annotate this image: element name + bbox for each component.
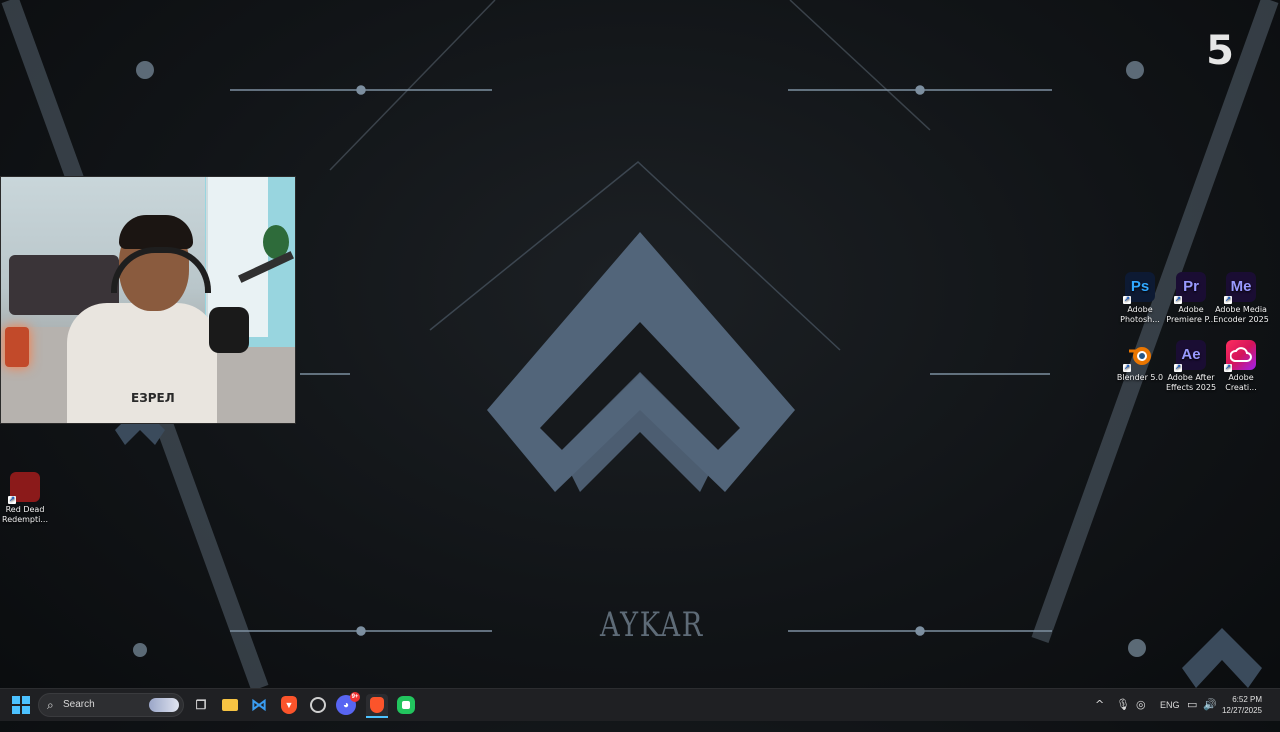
clock-date: 12/27/2025 xyxy=(1221,706,1262,715)
premiere-glyph: Pr xyxy=(1183,278,1199,295)
volume-icon[interactable]: 🔊 xyxy=(1203,698,1217,711)
chevron-up-icon[interactable]: ^ xyxy=(1095,698,1104,711)
corner-number-overlay: 5 xyxy=(1206,28,1234,74)
after-effects-icon: Ae ↗ xyxy=(1174,340,1206,372)
media-encoder-glyph: Me xyxy=(1230,278,1252,295)
discord-icon: ◕ xyxy=(342,699,350,711)
microphone-tray-icon[interactable]: 🎙 xyxy=(1116,698,1130,711)
vscode-icon: ⋈ xyxy=(251,697,267,714)
language-indicator[interactable]: ENG xyxy=(1160,700,1180,732)
taskbar-app-vs-code[interactable]: ⋈ xyxy=(248,694,270,716)
windows-logo-icon xyxy=(12,696,20,704)
shortcut-arrow-icon: ↗ xyxy=(1224,296,1232,304)
desktop-icon-adobe-photoshop[interactable]: Ps ↗ Adobe Photosh... xyxy=(1112,272,1168,325)
taskbar-search-box[interactable]: ⌕ Search xyxy=(38,693,184,717)
webcam-overlay: ЕЗРЕЛ xyxy=(0,176,296,424)
desktop-icon-label: Adobe xyxy=(1228,373,1254,382)
desktop-icon-adobe-after-effects[interactable]: Ae ↗ Adobe After Effects 2025 xyxy=(1163,340,1219,393)
desktop-icon-adobe-media-encoder[interactable]: Me ↗ Adobe Media Encoder 2025 xyxy=(1213,272,1269,325)
clock-time: 6:52 PM xyxy=(1232,695,1262,704)
creative-cloud-icon: ↗ xyxy=(1224,340,1256,372)
desktop-icon-label: Adobe After xyxy=(1167,373,1215,382)
shortcut-arrow-icon: ↗ xyxy=(1224,364,1232,372)
search-icon: ⌕ xyxy=(47,698,54,712)
desktop-icon-adobe-premiere[interactable]: Pr ↗ Adobe Premiere P... xyxy=(1163,272,1219,325)
desktop-icon-label: Redempti... xyxy=(2,515,48,524)
task-view-icon: ❐ xyxy=(195,698,207,712)
desktop-icon-label: Red Dead xyxy=(5,505,45,514)
app-icon xyxy=(402,701,410,709)
shortcut-arrow-icon: ↗ xyxy=(1123,296,1131,304)
shortcut-arrow-icon: ↗ xyxy=(1174,296,1182,304)
taskbar-app-task-view[interactable]: ❐ xyxy=(190,694,212,716)
webcam-person-body xyxy=(67,303,217,423)
taskbar-app-brave-alt[interactable] xyxy=(366,694,388,718)
shortcut-arrow-icon: ↗ xyxy=(8,496,16,504)
wallpaper-brand-text: AYKAR xyxy=(600,605,704,645)
taskbar-app-brave-browser[interactable]: ▼ xyxy=(281,696,297,714)
brave-icon xyxy=(370,697,384,713)
webcam-person-hair xyxy=(119,215,193,249)
windows-logo-icon xyxy=(22,696,30,704)
start-button[interactable] xyxy=(12,696,30,714)
folder-icon xyxy=(222,699,238,711)
desktop-icon-label: Encoder 2025 xyxy=(1213,315,1269,324)
desktop-icon-label: Adobe Media xyxy=(1215,305,1267,314)
taskbar-app-green[interactable] xyxy=(397,696,415,714)
monitor-icon[interactable]: ▭ xyxy=(1187,698,1197,711)
creative-cloud-logo xyxy=(1230,347,1252,362)
webcam-lamp xyxy=(5,327,29,367)
shirt-print: ЕЗРЕЛ xyxy=(131,391,175,405)
desktop-icon-label: Photosh... xyxy=(1120,315,1160,324)
taskbar-clock[interactable]: 6:52 PM 12/27/2025 xyxy=(1222,694,1262,716)
photoshop-glyph: Ps xyxy=(1130,278,1150,295)
search-highlight-icon xyxy=(149,698,179,712)
shortcut-arrow-icon: ↗ xyxy=(1123,364,1131,372)
after-effects-glyph: Ae xyxy=(1181,346,1201,363)
photoshop-icon: Ps ↗ xyxy=(1123,272,1155,304)
desktop-icon-red-dead-redemption[interactable]: ↗ Red Dead Redempti... xyxy=(0,472,53,525)
premiere-icon: Pr ↗ xyxy=(1174,272,1206,304)
desktop-icon-label: Blender 5.0 xyxy=(1116,373,1164,382)
notification-badge: 9+ xyxy=(350,692,360,702)
taskbar-app-discord[interactable]: ◕ 9+ xyxy=(336,692,360,715)
taskbar: ⌕ Search ❐ ⋈ ▼ ◕ 9+ ^ 🎙 ◎ ENG ▭ 🔊 6:52 P… xyxy=(0,688,1280,721)
desktop-icon-label: Premiere P... xyxy=(1166,315,1216,324)
blender-icon: ↗ xyxy=(1123,340,1155,372)
windows-logo-icon xyxy=(22,706,30,714)
desktop-icon-blender[interactable]: ↗ Blender 5.0 xyxy=(1112,340,1168,383)
desktop-icon-label: Effects 2025 xyxy=(1165,383,1217,392)
taskbar-app-file-explorer[interactable] xyxy=(219,694,241,716)
media-encoder-icon: Me ↗ xyxy=(1224,272,1256,304)
network-icon[interactable]: ◎ xyxy=(1136,698,1146,711)
shortcut-arrow-icon: ↗ xyxy=(1174,364,1182,372)
microphone-icon xyxy=(209,307,249,353)
taskbar-app-chrome[interactable] xyxy=(307,694,329,716)
chrome-icon xyxy=(310,697,326,713)
rdr-icon: ↗ xyxy=(8,472,40,504)
brave-icon: ▼ xyxy=(284,700,294,710)
desktop-icon-adobe-creative-cloud[interactable]: ↗ Adobe Creati... xyxy=(1213,340,1269,393)
desktop-icon-label: Adobe xyxy=(1178,305,1204,314)
desktop-icon-label: Adobe xyxy=(1127,305,1153,314)
windows-logo-icon xyxy=(12,706,20,714)
desktop-icon-label: Creati... xyxy=(1225,383,1257,392)
search-label: Search xyxy=(63,699,95,710)
